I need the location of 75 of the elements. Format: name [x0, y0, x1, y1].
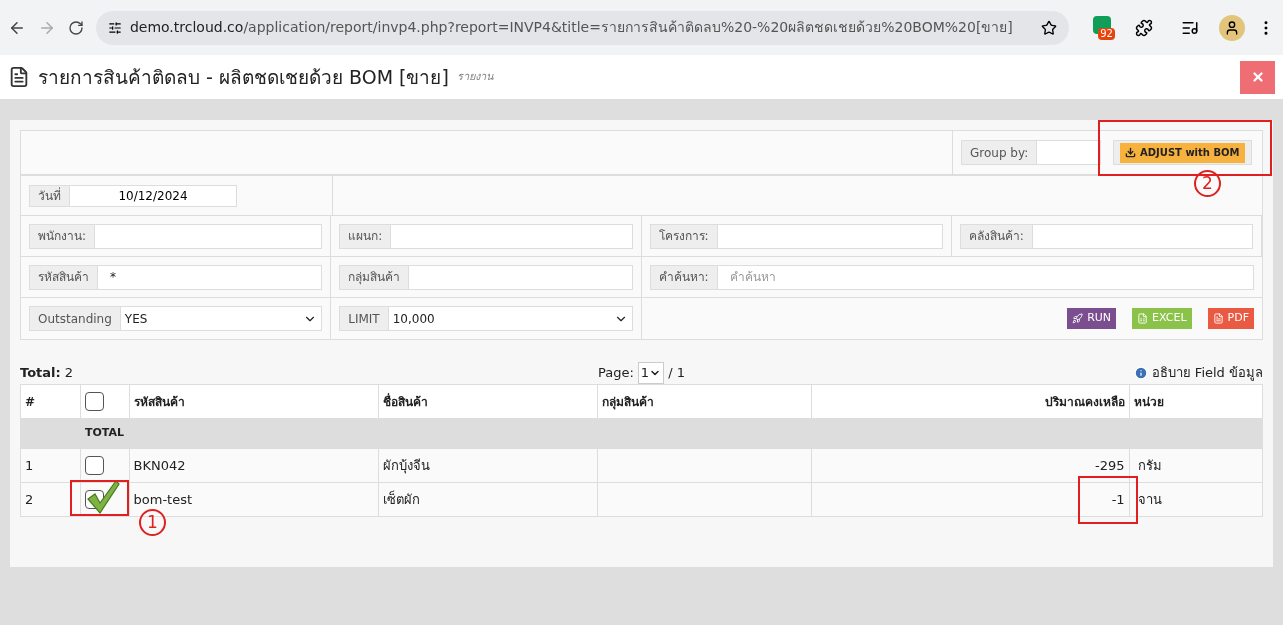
input-field[interactable]: คลังสินค้า:	[959, 223, 1253, 249]
page-count: / 1	[668, 364, 685, 383]
input-field[interactable]: โครงการ:	[649, 223, 943, 249]
field-label: Group by:	[962, 141, 1038, 164]
checkbox[interactable]	[84, 456, 104, 475]
checkbox[interactable]	[84, 392, 104, 411]
page-label: Page:	[598, 364, 634, 383]
field-label: โครงการ:	[650, 224, 718, 248]
highlight-frame	[1078, 476, 1138, 524]
input-field[interactable]: รหัสสินค้า *	[29, 264, 323, 290]
field-help-link[interactable]: อธิบาย Field ข้อมูล	[1151, 363, 1263, 383]
step-number: 1	[139, 509, 166, 536]
input-field[interactable]: กลุ่มสินค้า	[339, 264, 633, 290]
column-header: หน่วย	[1133, 393, 1164, 411]
info-icon	[1133, 366, 1148, 380]
address-bar[interactable]: demo.trcloud.co/application/report/invp4.php?report=INVP4&title=รายการสินค้าติดลบ%20-%20ผลิตชดเชยด้วย%20BOM%20[ขาย]	[95, 10, 1070, 45]
document-icon	[1137, 313, 1149, 324]
table-cell-text: กรัม	[1137, 456, 1162, 475]
table-cell-text: -1	[1111, 490, 1125, 509]
field-label: กลุ่มสินค้า	[340, 265, 410, 289]
group-by-field[interactable]: Group by:	[961, 140, 1101, 165]
site-settings-icon[interactable]	[107, 20, 122, 35]
total-row-label: TOTAL	[84, 424, 126, 441]
field-value: *	[110, 269, 116, 286]
field-label: วันที่	[30, 185, 70, 206]
search-field[interactable]: คำค้นหา: คำค้นหา	[649, 264, 1254, 290]
date-field[interactable]: วันที่ 10/12/2024	[29, 184, 237, 207]
input-field[interactable]: แผนก:	[339, 223, 633, 249]
total-count: 2	[64, 364, 73, 383]
field-label: รหัสสินค้า	[30, 265, 98, 289]
table-cell-text: เซ็ตผัก	[383, 489, 421, 509]
step-number: 2	[1194, 170, 1221, 197]
document-icon	[8, 66, 30, 88]
field-value: 10/12/2024	[118, 187, 188, 205]
table-cell-text: -295	[1095, 456, 1125, 475]
input-field[interactable]: พนักงาน:	[29, 223, 323, 249]
table-cell-text: ผักบุ้งจีน	[383, 456, 431, 476]
select-value: YES	[124, 310, 148, 328]
bookmark-icon[interactable]	[1041, 19, 1058, 36]
run-button[interactable]: RUN	[1067, 308, 1117, 329]
page-select[interactable]: 1	[637, 362, 665, 384]
field-label: Outstanding	[30, 307, 121, 330]
select-field[interactable]: Outstanding YES	[29, 306, 323, 331]
rocket-icon	[1072, 313, 1084, 324]
extensions-icon[interactable]	[1135, 18, 1154, 37]
adjust-with-bom-button[interactable]: ADJUST with BOM	[1120, 142, 1245, 163]
download-icon	[1125, 147, 1136, 158]
reload-icon[interactable]	[67, 19, 84, 36]
document-icon	[1212, 313, 1224, 324]
profile-avatar[interactable]	[1219, 14, 1246, 41]
highlight-frame	[70, 480, 129, 516]
field-label: พนักงาน:	[30, 224, 96, 248]
column-header: ชื่อสินค้า	[383, 392, 429, 411]
column-header: ปริมาณคงเหลือ	[1044, 393, 1125, 411]
table-cell-text: จาน	[1137, 490, 1162, 509]
row-number: 2	[25, 490, 34, 509]
close-button[interactable]	[1240, 60, 1275, 94]
page-title: รายการสินค้าติดลบ - ผลิตชดเชยด้วย BOM [ขาย]	[38, 64, 449, 90]
field-label: คลังสินค้า:	[960, 224, 1033, 248]
column-header: กลุ่มสินค้า	[602, 393, 655, 411]
placeholder-text: คำค้นหา	[729, 269, 776, 286]
total-label: Total:	[20, 364, 61, 383]
field-label: LIMIT	[340, 307, 389, 330]
pdf-button[interactable]: PDF	[1207, 308, 1254, 329]
row-number: 1	[25, 456, 34, 475]
field-label: คำค้นหา:	[650, 265, 718, 289]
column-header: #	[25, 393, 36, 411]
field-label: แผนก:	[340, 224, 392, 248]
close-icon	[1250, 70, 1265, 84]
page-subtitle: รายงาน	[456, 68, 494, 85]
select-field[interactable]: LIMIT 10,000	[339, 306, 633, 331]
table-cell-text: bom-test	[133, 490, 193, 509]
table-cell-text: BKN042	[133, 456, 186, 475]
column-header: รหัสสินค้า	[133, 393, 185, 411]
select-value: 10,000	[392, 310, 435, 328]
